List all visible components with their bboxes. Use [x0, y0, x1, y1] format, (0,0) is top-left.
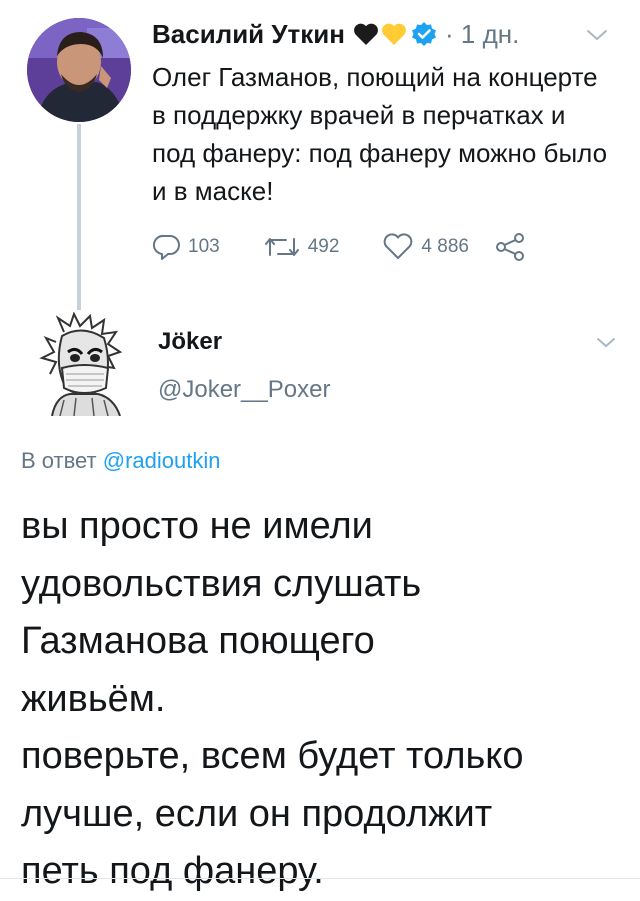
reply-author-handle[interactable]: @Joker__Poxer — [158, 376, 330, 404]
retweet-button[interactable]: 492 — [262, 233, 340, 261]
reply-icon — [153, 234, 180, 260]
chevron-down-icon[interactable] — [593, 334, 619, 352]
like-icon — [384, 233, 413, 259]
share-icon — [495, 233, 524, 261]
author-name[interactable]: Василий Уткин — [152, 19, 345, 50]
tweet-timestamp[interactable]: · 1 дн. — [445, 19, 519, 50]
black-heart-icon — [354, 23, 378, 45]
divider — [0, 878, 640, 879]
tweet-actions: 103 492 4 886 — [152, 230, 533, 264]
reply-text: вы просто не имели удовольствия слушать … — [21, 505, 524, 892]
tweet-text: Олег Газманов, поющий на концерте в подд… — [152, 62, 608, 206]
share-button[interactable] — [493, 232, 533, 262]
yellow-heart-icon — [382, 23, 406, 45]
retweet-icon — [264, 238, 299, 256]
reply-author-avatar[interactable] — [34, 311, 134, 417]
reply-count: 103 — [188, 236, 220, 257]
reply-context: В ответ @radioutkin — [21, 448, 221, 474]
reply-author-name[interactable]: Jöker — [158, 328, 222, 356]
reply-mention-link[interactable]: @radioutkin — [103, 448, 221, 473]
reply-context-label: В ответ — [21, 448, 97, 473]
chevron-down-icon[interactable] — [582, 25, 612, 45]
thread-connector — [77, 124, 81, 310]
tweet-header: Василий Уткин · 1 дн. — [152, 14, 519, 54]
verified-icon — [412, 22, 436, 46]
retweet-count: 492 — [307, 236, 340, 257]
author-avatar[interactable] — [27, 18, 131, 122]
like-count: 4 886 — [421, 236, 469, 257]
reply-button[interactable]: 103 — [152, 233, 220, 261]
like-button[interactable]: 4 886 — [381, 233, 469, 261]
